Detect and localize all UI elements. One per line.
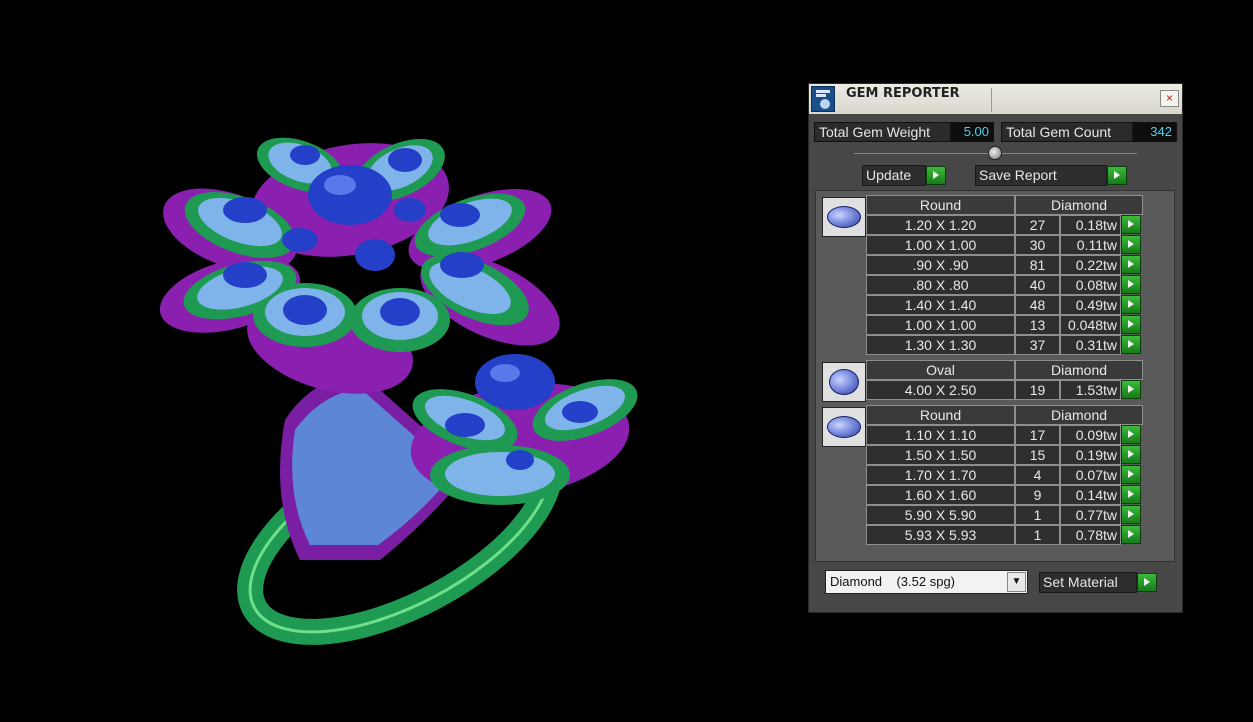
gem-weight-cell: 0.77tw [1060,505,1121,525]
total-gem-weight-label: Total Gem Weight [814,122,951,142]
ring-model [159,137,638,645]
update-go-icon[interactable] [926,166,946,185]
gem-groups-list: Round Diamond 1.20 X 1.20 27 0.18tw 1.00 X 1.… [815,190,1175,562]
gem-weight-cell: 0.78tw [1060,525,1121,545]
round-gem-icon[interactable] [822,197,866,237]
total-gem-count-value: 342 [1133,122,1177,142]
gem-size-cell[interactable]: 5.93 X 5.93 [866,525,1015,545]
select-gems-go-icon[interactable] [1121,485,1141,504]
gem-size-cell[interactable]: 1.50 X 1.50 [866,445,1015,465]
group-shape-header: Round [866,195,1015,215]
gem-count-cell: 4 [1015,465,1060,485]
gem-weight-cell: 0.09tw [1060,425,1121,445]
gem-count-cell: 30 [1015,235,1060,255]
group-shape-header: Round [866,405,1015,425]
save-report-button[interactable]: Save Report [975,165,1107,186]
gem-count-cell: 37 [1015,335,1060,355]
select-gems-go-icon[interactable] [1121,235,1141,254]
gem-count-cell: 9 [1015,485,1060,505]
material-select-value: Diamond (3.52 spg) [830,574,956,589]
gem-weight-cell: 0.11tw [1060,235,1121,255]
set-material-button[interactable]: Set Material [1039,572,1137,593]
gem-weight-cell: 0.048tw [1060,315,1121,335]
group-material-header: Diamond [1015,195,1143,215]
select-gems-go-icon[interactable] [1121,275,1141,294]
group-shape-header: Oval [866,360,1015,380]
gem-weight-cell: 1.53tw [1060,380,1121,400]
gem-group: Oval Diamond 4.00 X 2.50 19 1.53tw [816,360,1176,402]
select-gems-go-icon[interactable] [1121,315,1141,334]
gem-size-cell[interactable]: 1.10 X 1.10 [866,425,1015,445]
gem-size-cell[interactable]: 1.00 X 1.00 [866,235,1015,255]
small-flower [410,354,638,505]
update-button[interactable]: Update [862,165,926,186]
3d-viewport[interactable] [0,0,800,717]
title-bar[interactable]: GEM REPORTER × [809,84,1182,114]
gem-weight-cell: 0.19tw [1060,445,1121,465]
gem-size-cell[interactable]: 1.70 X 1.70 [866,465,1015,485]
gem-group: Round Diamond 1.10 X 1.10 17 0.09tw 1.50 X 1.… [816,405,1176,545]
gem-count-cell: 48 [1015,295,1060,315]
gem-weight-cell: 0.14tw [1060,485,1121,505]
group-material-header: Diamond [1015,405,1143,425]
gem-size-cell[interactable]: 5.90 X 5.90 [866,505,1015,525]
set-material-go-icon[interactable] [1137,573,1157,592]
select-gems-go-icon[interactable] [1121,425,1141,444]
gem-size-cell[interactable]: .80 X .80 [866,275,1015,295]
select-gems-go-icon[interactable] [1121,255,1141,274]
save-report-go-icon[interactable] [1107,166,1127,185]
gem-weight-cell: 0.18tw [1060,215,1121,235]
panel-slider-knob[interactable] [988,146,1002,160]
gem-count-cell: 1 [1015,505,1060,525]
select-gems-go-icon[interactable] [1121,505,1141,524]
gem-count-cell: 15 [1015,445,1060,465]
total-gem-count-label: Total Gem Count [1001,122,1133,142]
group-material-header: Diamond [1015,360,1143,380]
gem-count-cell: 81 [1015,255,1060,275]
gem-reporter-logo-icon [811,86,835,112]
gem-size-cell[interactable]: 1.40 X 1.40 [866,295,1015,315]
gem-size-cell[interactable]: 1.30 X 1.30 [866,335,1015,355]
gem-count-cell: 40 [1015,275,1060,295]
close-icon[interactable]: × [1160,90,1179,107]
title-divider [991,88,992,112]
panel-title: GEM REPORTER [846,86,960,101]
select-gems-go-icon[interactable] [1121,335,1141,354]
gem-count-cell: 27 [1015,215,1060,235]
oval-gem-icon[interactable] [822,362,866,402]
select-gems-go-icon[interactable] [1121,465,1141,484]
gem-count-cell: 17 [1015,425,1060,445]
gem-weight-cell: 0.31tw [1060,335,1121,355]
select-gems-go-icon[interactable] [1121,525,1141,544]
gem-size-cell[interactable]: .90 X .90 [866,255,1015,275]
gem-reporter-panel: GEM REPORTER × Total Gem Weight 5.00 Tot… [808,83,1183,613]
chevron-down-icon[interactable]: ▼ [1007,572,1026,592]
gem-size-cell[interactable]: 4.00 X 2.50 [866,380,1015,400]
select-gems-go-icon[interactable] [1121,445,1141,464]
select-gems-go-icon[interactable] [1121,295,1141,314]
gem-size-cell[interactable]: 1.60 X 1.60 [866,485,1015,505]
gem-group: Round Diamond 1.20 X 1.20 27 0.18tw 1.00 X 1.… [816,195,1176,355]
gem-weight-cell: 0.22tw [1060,255,1121,275]
gem-size-cell[interactable]: 1.20 X 1.20 [866,215,1015,235]
total-gem-weight-value: 5.00 [951,122,994,142]
gem-weight-cell: 0.49tw [1060,295,1121,315]
gem-count-cell: 19 [1015,380,1060,400]
gem-count-cell: 1 [1015,525,1060,545]
gem-weight-cell: 0.08tw [1060,275,1121,295]
select-gems-go-icon[interactable] [1121,215,1141,234]
select-gems-go-icon[interactable] [1121,380,1141,399]
gem-weight-cell: 0.07tw [1060,465,1121,485]
material-select[interactable]: Diamond (3.52 spg) ▼ [825,570,1028,594]
round-gem-icon[interactable] [822,407,866,447]
gem-count-cell: 13 [1015,315,1060,335]
gem-size-cell[interactable]: 1.00 X 1.00 [866,315,1015,335]
